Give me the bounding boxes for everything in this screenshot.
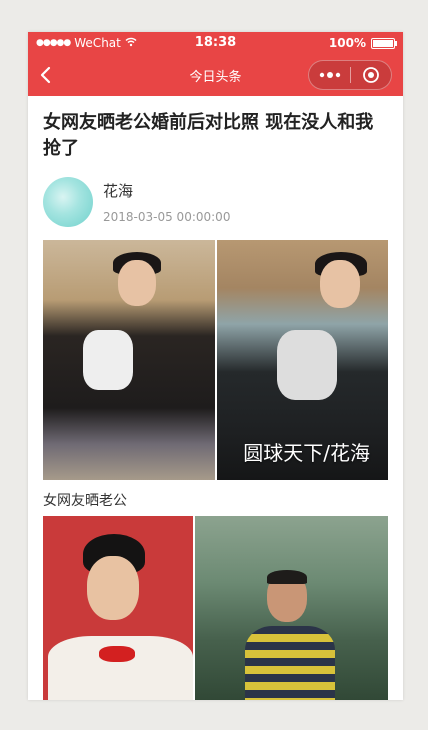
photo-panel-left (43, 240, 215, 480)
paragraph-caption: 女网友晒老公 (43, 493, 127, 509)
more-dots-icon (319, 72, 340, 78)
close-mini-program-button[interactable] (351, 61, 391, 89)
photo-panel-right (195, 516, 388, 700)
photo-detail (83, 330, 133, 390)
status-right: 100% (328, 36, 397, 50)
status-bar: ●●●●● WeChat 18:38 100% (28, 32, 403, 54)
author-row: 花海 2018-03-05 00:00:00 (43, 176, 388, 228)
photo-detail (267, 570, 307, 584)
photo-watermark: 圆球天下/花海 (243, 441, 370, 465)
author-info: 花海 2018-03-05 00:00:00 (103, 181, 230, 224)
photo-detail (87, 556, 139, 620)
article-photo-1[interactable]: 圆球天下/花海 (43, 240, 388, 480)
photo-panel-left (43, 516, 193, 700)
mini-program-capsule (308, 60, 392, 90)
author-name[interactable]: 花海 (103, 181, 230, 201)
article-content: 女网友晒老公婚前后对比照 现在没人和我抢了 花海 2018-03-05 00:0… (28, 110, 403, 700)
article-photo-2[interactable] (43, 516, 388, 700)
photo-detail (245, 626, 335, 700)
battery-icon (371, 37, 397, 49)
photo-detail (277, 330, 337, 400)
nav-bar: 今日头条 (28, 54, 403, 96)
article-title: 女网友晒老公婚前后对比照 现在没人和我抢了 (43, 112, 374, 159)
battery-percent: 100% (328, 36, 366, 50)
avatar[interactable] (43, 177, 93, 227)
photo-detail (118, 260, 156, 306)
phone-screen: ●●●●● WeChat 18:38 100% 今日头条 女网友晒老公婚前后对比… (28, 32, 403, 700)
publish-date: 2018-03-05 00:00:00 (103, 209, 231, 224)
more-button[interactable] (309, 61, 350, 89)
photo-detail (320, 260, 360, 308)
capsule-close-icon (363, 67, 379, 83)
photo-detail (99, 646, 135, 662)
